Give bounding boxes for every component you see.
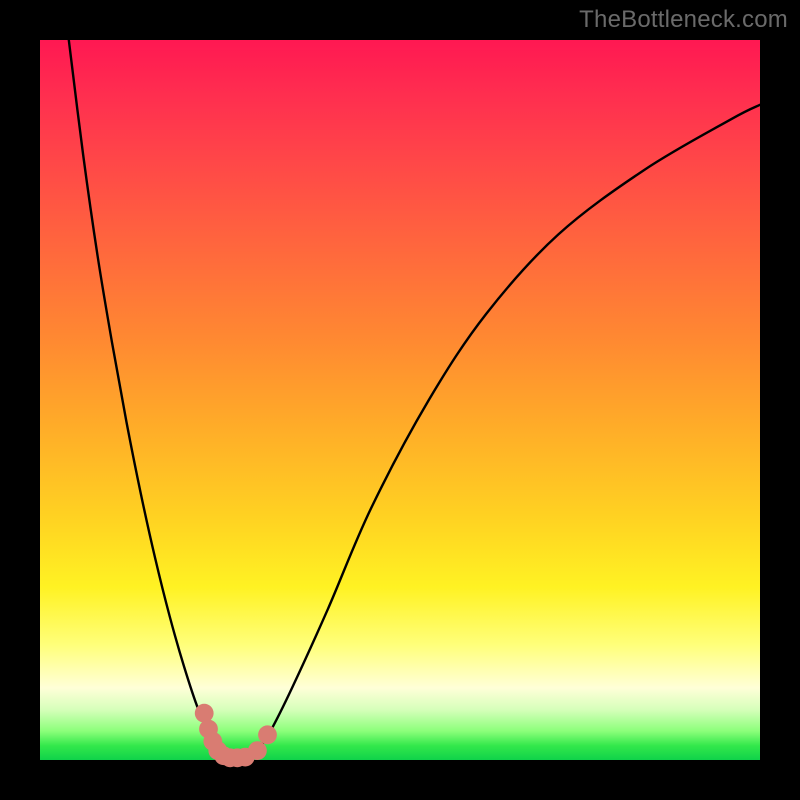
curve-marker — [248, 741, 267, 760]
bottleneck-curve — [69, 40, 760, 761]
chart-frame: TheBottleneck.com — [0, 0, 800, 800]
plot-area — [40, 40, 760, 760]
watermark-text: TheBottleneck.com — [579, 6, 788, 34]
curve-marker — [258, 725, 277, 744]
curve-marker — [195, 704, 214, 723]
curve-markers — [195, 704, 277, 767]
curve-layer — [40, 40, 760, 760]
